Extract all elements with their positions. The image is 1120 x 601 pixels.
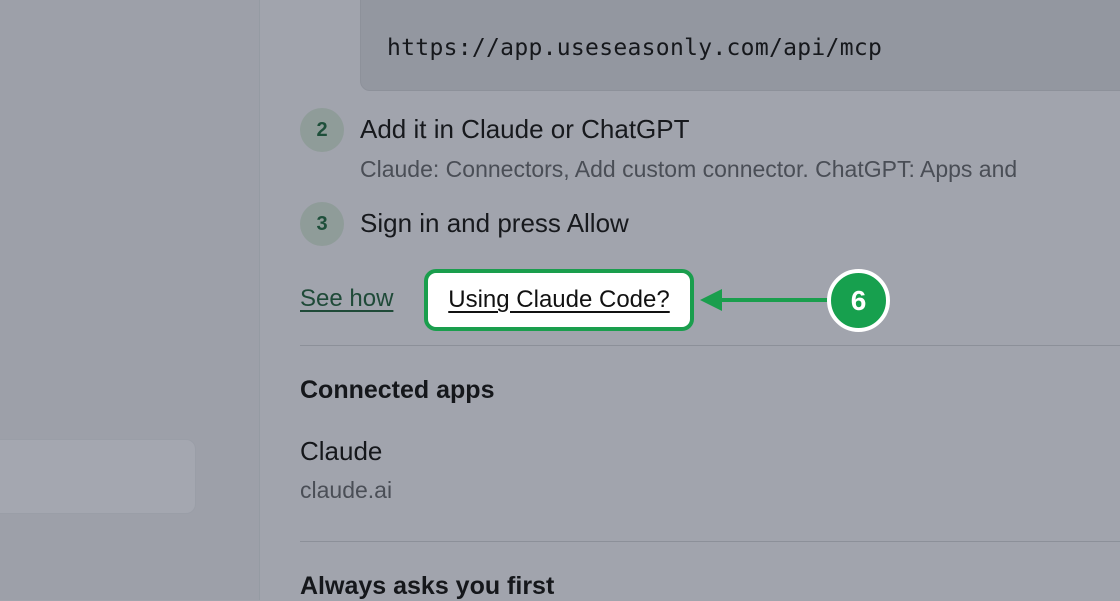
step-description: Claude: Connectors, Add custom connector… <box>360 156 1018 182</box>
app-name: Claude <box>300 436 383 466</box>
main-content: https://app.useseasonly.com/api/mcp 2 Ad… <box>260 0 1120 600</box>
step-badge: 6 <box>827 269 890 332</box>
divider <box>300 541 1120 542</box>
app-domain: claude.ai <box>300 477 393 503</box>
highlight-box: Using Claude Code? <box>424 269 694 331</box>
sidebar <box>0 0 260 600</box>
step-number: 3 <box>300 202 344 246</box>
using-claude-code-link[interactable]: Using Claude Code? <box>448 286 669 314</box>
always-asks-heading: Always asks you first <box>300 572 555 600</box>
mcp-url-box[interactable]: https://app.useseasonly.com/api/mcp <box>360 0 1120 91</box>
mcp-url[interactable]: https://app.useseasonly.com/api/mcp <box>387 35 882 61</box>
sidebar-card[interactable] <box>0 439 196 514</box>
see-how-link[interactable]: See how <box>300 285 393 313</box>
step-title: Add it in Claude or ChatGPT <box>360 114 690 144</box>
arrow-left-icon <box>700 289 828 311</box>
connected-apps-heading: Connected apps <box>300 376 495 404</box>
divider <box>300 345 1120 346</box>
step-number: 2 <box>300 108 344 152</box>
step-title: Sign in and press Allow <box>360 208 629 238</box>
